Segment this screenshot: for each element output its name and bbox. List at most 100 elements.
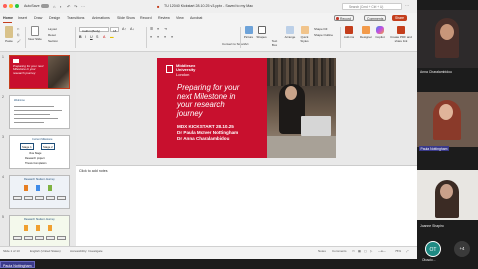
indent-icon[interactable]: ⇥ xyxy=(164,27,167,31)
notes-toggle[interactable]: Notes xyxy=(318,249,326,253)
tab-review[interactable]: Review xyxy=(158,16,170,20)
quick-styles-button[interactable]: Quick Styles xyxy=(298,26,311,43)
save-icon[interactable]: ▪ xyxy=(60,4,61,9)
tab-acrobat[interactable]: Acrobat xyxy=(190,16,202,20)
home-icon[interactable]: ⌂ xyxy=(53,4,55,9)
photo-laptop xyxy=(301,116,331,136)
align-center-icon[interactable]: ≡ xyxy=(157,35,159,39)
share-button[interactable]: Share xyxy=(392,14,408,21)
ribbon-home: Paste ✂ ⎘ 🖌 New Slide Layout Reset Secti… xyxy=(0,23,417,52)
bold-button[interactable]: B xyxy=(79,35,82,39)
convert-smartart-button[interactable]: Convert to SmartArt xyxy=(222,42,249,46)
tab-animations[interactable]: Animations xyxy=(92,16,110,20)
tab-slide-show[interactable]: Slide Show xyxy=(117,16,135,20)
language-status[interactable]: English (United States) xyxy=(30,249,61,253)
shape-fill-button[interactable]: Shape Fill xyxy=(314,27,327,31)
numbering-icon[interactable]: ≡ xyxy=(157,27,159,31)
autosave-toggle[interactable] xyxy=(41,4,49,8)
section-button[interactable]: Section xyxy=(48,39,58,43)
more-icon[interactable]: ··· xyxy=(81,4,85,9)
record-button[interactable]: Record xyxy=(334,14,354,21)
tab-design[interactable]: Design xyxy=(49,16,60,20)
comments-toggle[interactable]: Comments xyxy=(332,249,347,253)
notes-pane[interactable]: Click to add notes xyxy=(76,165,417,253)
redo-icon[interactable]: ↷ xyxy=(74,4,77,9)
bullets-icon[interactable]: ☰ xyxy=(150,27,153,31)
journey-marker xyxy=(48,225,52,231)
more-participants-button[interactable]: +4 xyxy=(454,241,470,257)
reading-view-icon[interactable]: ▢ xyxy=(364,249,367,253)
copilot-label: Copilot xyxy=(375,35,385,39)
add-ins-button[interactable]: Add-ins xyxy=(343,26,355,39)
slide-thumbnail-5[interactable]: Research Student Journey xyxy=(9,215,70,249)
slide-title[interactable]: Preparing for your next Milestone in you… xyxy=(177,83,239,118)
tab-record[interactable]: Record xyxy=(140,16,152,20)
slide-sorter-icon[interactable]: ▦ xyxy=(358,249,361,253)
journey-marker xyxy=(24,225,28,231)
highlight-icon[interactable]: ▬ xyxy=(110,35,114,39)
normal-view-icon[interactable]: ▭ xyxy=(352,249,355,253)
zoom-window-button[interactable] xyxy=(15,4,19,8)
shape-outline-button[interactable]: Shape Outline xyxy=(314,33,333,37)
format-painter-icon[interactable]: 🖌 xyxy=(17,39,21,43)
close-window-button[interactable] xyxy=(3,4,7,8)
undo-icon[interactable]: ↶ xyxy=(67,4,70,9)
slide-thumbnails-pane[interactable]: 1 Preparing for your next Milestone in y… xyxy=(0,52,76,253)
paste-button[interactable]: Paste xyxy=(3,26,15,43)
shapes-icon xyxy=(257,26,266,34)
designer-button[interactable]: Designer xyxy=(360,26,372,39)
participant-avatar[interactable]: OT xyxy=(425,241,441,257)
copilot-icon xyxy=(376,26,384,34)
cut-icon[interactable]: ✂ xyxy=(17,27,20,31)
thumbnail-title: Preparing for your next Milestone in you… xyxy=(13,64,44,75)
slide-thumbnail-2[interactable]: Welcome xyxy=(9,95,70,129)
participant-name: Anna Charalambidou xyxy=(420,70,452,74)
slide-thumbnail-4[interactable]: Research Student Journey xyxy=(9,175,70,209)
font-color-icon[interactable]: A xyxy=(103,35,105,39)
font-name-select[interactable]: Calibri (Body) xyxy=(79,27,109,33)
copilot-button[interactable]: Copilot xyxy=(374,26,386,39)
font-size-select[interactable]: 18 xyxy=(110,27,119,33)
tab-insert[interactable]: Insert xyxy=(18,16,27,20)
slide-subtitle[interactable]: MDX KICKSTART 28.10.25 Dr Paula McIver N… xyxy=(177,124,238,143)
pptx-file-icon: ■ xyxy=(157,3,160,9)
layout-button[interactable]: Layout xyxy=(48,27,57,31)
tab-draw[interactable]: Draw xyxy=(34,16,42,20)
more-options-icon[interactable]: ··· xyxy=(405,3,409,8)
shapes-button[interactable]: Shapes xyxy=(256,26,267,39)
increase-font-icon[interactable]: A↑ xyxy=(122,27,126,31)
tab-transitions[interactable]: Transitions xyxy=(67,16,84,20)
italic-button[interactable]: I xyxy=(85,35,86,39)
search-input[interactable]: Search (Cmd + Ctrl + U) xyxy=(342,2,402,10)
align-right-icon[interactable]: ≡ xyxy=(164,35,166,39)
align-left-icon[interactable]: ≡ xyxy=(150,35,152,39)
minimize-window-button[interactable] xyxy=(9,4,13,8)
record-label: Record xyxy=(340,16,351,21)
justify-icon[interactable]: ≡ xyxy=(171,35,173,39)
picture-button[interactable]: Picture xyxy=(243,26,254,39)
participant-tile[interactable] xyxy=(417,10,478,68)
comments-button[interactable]: Comments xyxy=(364,14,387,21)
new-slide-button[interactable]: New Slide xyxy=(28,26,42,41)
zoom-slider[interactable]: —●— xyxy=(378,249,386,253)
copy-icon[interactable]: ⎘ xyxy=(17,33,19,37)
decrease-font-icon[interactable]: A↓ xyxy=(130,27,134,31)
reset-button[interactable]: Reset xyxy=(48,33,56,37)
slide-thumbnail-3[interactable]: Current Milestone Stage 1 Stage 2 Viva S… xyxy=(9,135,70,169)
accessibility-status[interactable]: Accessibility: Investigate xyxy=(70,249,103,253)
participant-tile[interactable] xyxy=(417,92,478,147)
strikethrough-button[interactable]: S xyxy=(96,35,98,39)
current-slide[interactable]: Middlesex University London Preparing fo… xyxy=(157,58,336,158)
zoom-level[interactable]: 75% xyxy=(395,249,401,253)
arrange-button[interactable]: Arrange xyxy=(284,26,296,39)
underline-button[interactable]: U xyxy=(90,35,93,39)
new-slide-label: New Slide xyxy=(28,37,42,41)
slide-thumbnail-1[interactable]: Preparing for your next Milestone in you… xyxy=(9,55,70,89)
tab-home[interactable]: Home xyxy=(3,16,13,20)
text-box-button[interactable]: Text Box xyxy=(269,39,280,47)
tab-view[interactable]: View xyxy=(176,16,184,20)
create-pdf-button[interactable]: Create PDF and share link xyxy=(389,26,413,43)
fit-slide-icon[interactable]: ⤢ xyxy=(406,249,408,253)
slideshow-icon[interactable]: ▷ xyxy=(370,249,372,253)
participant-tile[interactable] xyxy=(417,170,478,220)
